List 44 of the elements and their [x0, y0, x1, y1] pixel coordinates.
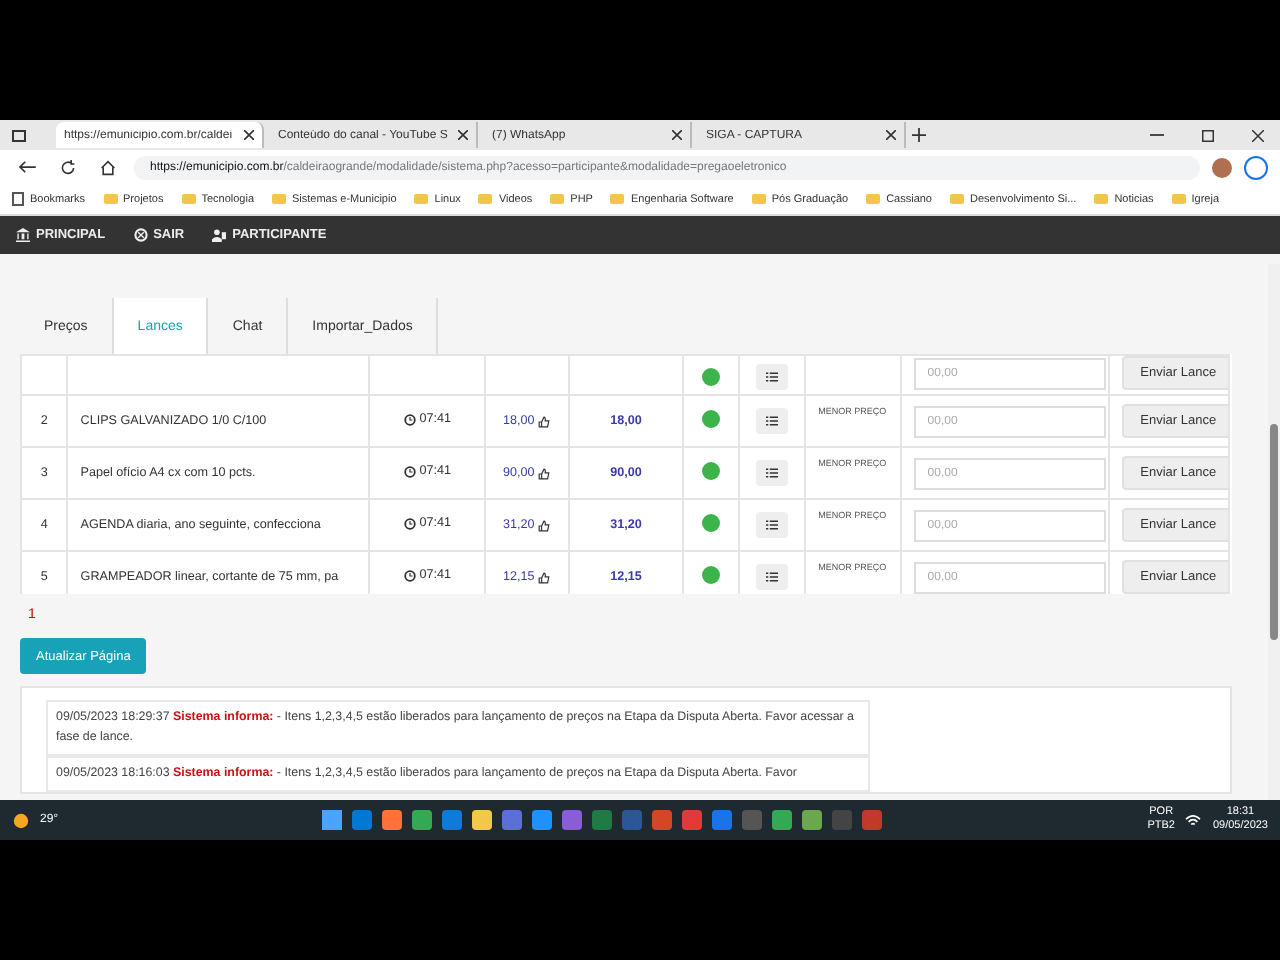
reload-icon[interactable] — [60, 159, 76, 175]
close-icon[interactable] — [244, 130, 254, 140]
taskbar-app-icon[interactable] — [382, 810, 403, 830]
list-icon — [765, 572, 778, 582]
taskbar-app-icon[interactable] — [412, 810, 433, 830]
close-icon[interactable] — [672, 130, 682, 140]
taskbar-app-icon[interactable] — [772, 810, 793, 830]
b-logo-icon[interactable] — [1244, 155, 1268, 179]
new-tab-icon[interactable] — [912, 128, 926, 142]
list-button[interactable] — [755, 408, 788, 434]
thumbs-up-icon — [538, 415, 551, 427]
clock-icon — [403, 465, 416, 478]
list-button[interactable] — [755, 512, 788, 538]
start-icon[interactable] — [322, 810, 343, 830]
taskbar-app-icon[interactable] — [532, 810, 553, 830]
bank-icon — [16, 228, 30, 242]
list-icon — [765, 520, 778, 530]
list-icon — [765, 372, 778, 382]
close-icon[interactable] — [458, 130, 468, 140]
scrollbar[interactable] — [1268, 264, 1280, 800]
exit-icon — [133, 228, 148, 242]
close-icon[interactable] — [1252, 129, 1264, 141]
thumbs-up-icon — [538, 571, 551, 583]
taskbar-app-icon[interactable] — [802, 810, 823, 830]
home-icon[interactable] — [100, 159, 116, 175]
tab-actions-icon[interactable] — [12, 129, 26, 141]
restore-icon[interactable] — [1202, 129, 1214, 141]
list-button[interactable] — [755, 460, 788, 486]
list-button[interactable] — [755, 364, 788, 390]
clock-icon — [403, 517, 416, 530]
close-icon[interactable] — [886, 130, 896, 140]
clock-icon — [403, 569, 416, 582]
thumbs-up-icon — [538, 519, 551, 531]
sun-icon[interactable] — [12, 811, 30, 829]
thumbs-up-icon — [538, 467, 551, 479]
taskbar-app-icon[interactable] — [472, 810, 493, 830]
back-icon[interactable] — [18, 160, 36, 174]
clock-icon — [403, 413, 416, 426]
list-icon — [765, 468, 778, 478]
list-button[interactable] — [755, 564, 788, 590]
users-icon — [212, 228, 227, 242]
list-icon — [765, 416, 778, 426]
profile-avatar-icon[interactable] — [1212, 157, 1232, 177]
wifi-icon[interactable] — [1184, 813, 1203, 827]
